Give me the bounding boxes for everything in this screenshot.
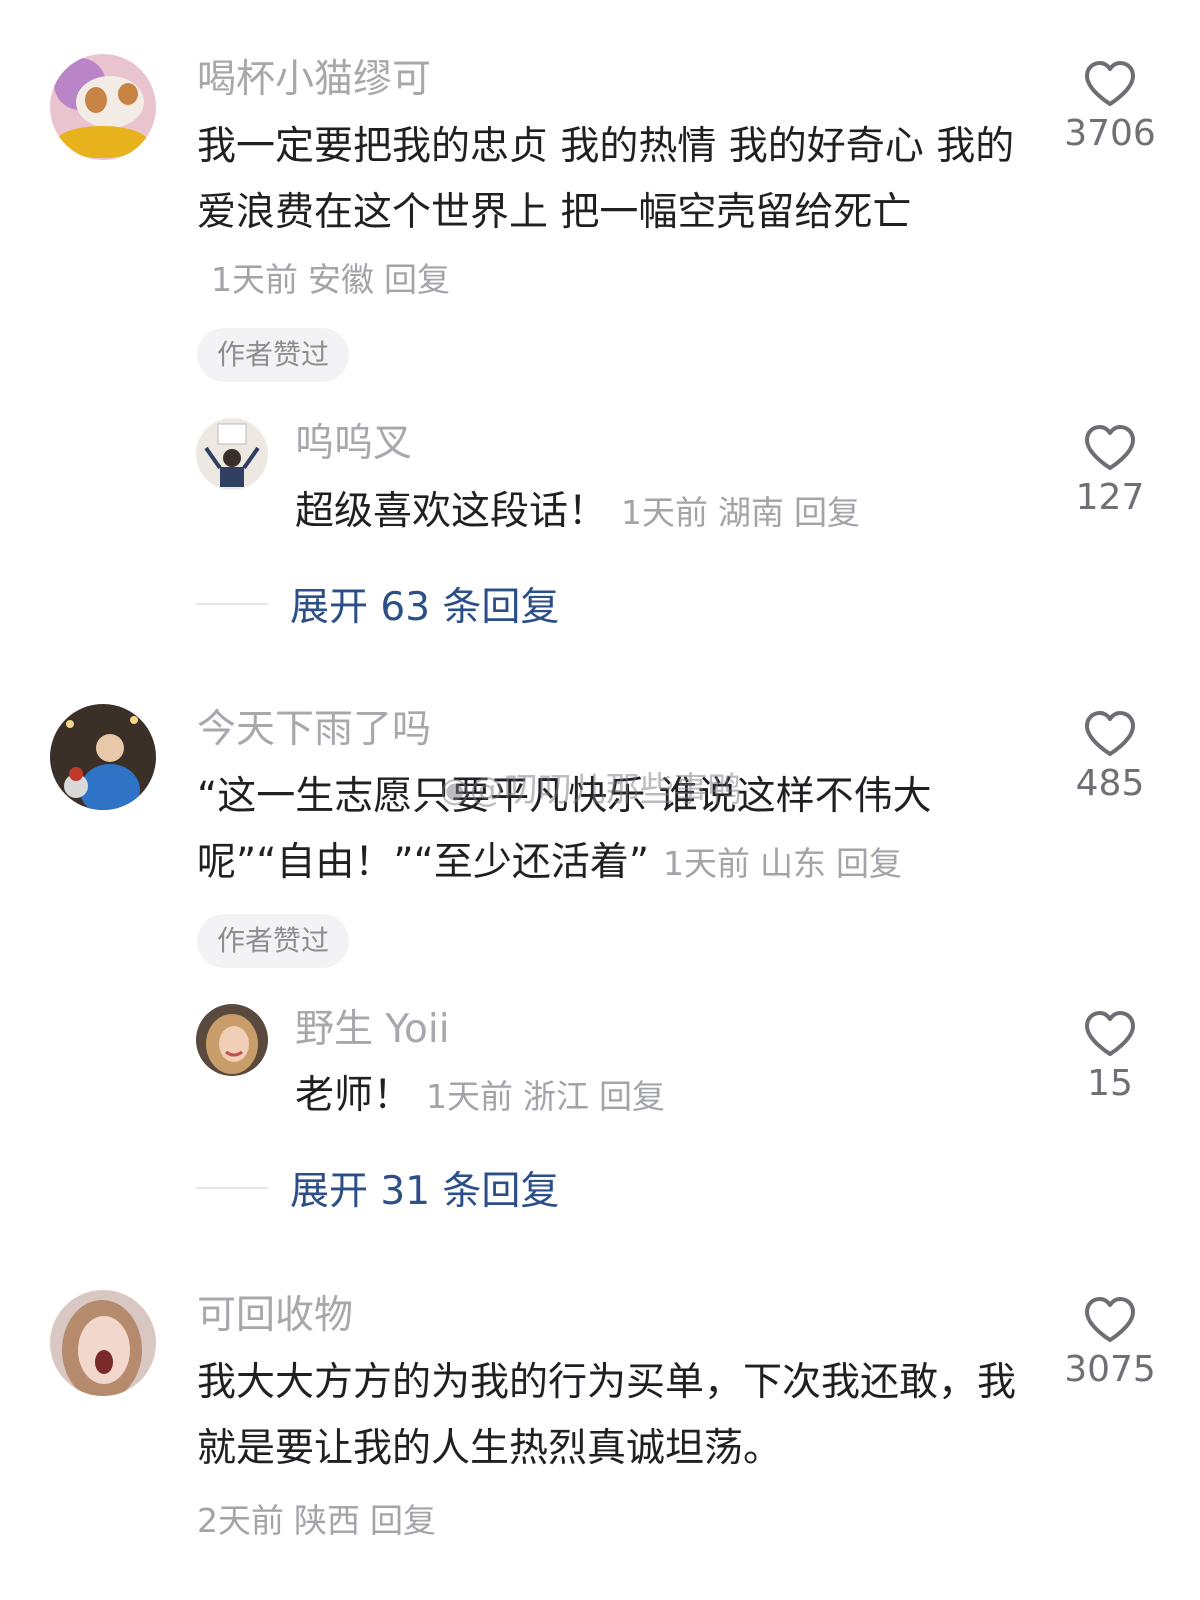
comment-body: 我大大方方的为我的行为买单，下次我还敢，我就是要让我的人生热烈真诚坦荡。 [197, 1350, 1017, 1482]
reply-time: 1天前 [621, 493, 709, 532]
heart-outline-icon [1085, 711, 1135, 756]
like-button[interactable]: 3075 [1050, 1296, 1170, 1388]
reply-location: 湖南 [718, 493, 785, 532]
username[interactable]: 可回收物 [197, 1296, 353, 1335]
comment-text: 我大大方方的为我的行为买单，下次我还敢，我就是要让我的人生热烈真诚坦荡。 [197, 1360, 1017, 1471]
reply-meta: 1天前 湖南 回复 [621, 493, 860, 532]
divider [196, 603, 268, 605]
reply-location: 浙江 [523, 1077, 590, 1116]
avatar[interactable] [50, 704, 156, 810]
reply-username[interactable]: 野生 Yoii [295, 1010, 450, 1049]
reply-time: 1天前 [426, 1077, 514, 1116]
reply-username[interactable]: 呜呜叉 [295, 424, 412, 463]
comment-time: 1天前 [663, 844, 751, 883]
comment-time: 2天前 [197, 1501, 284, 1540]
reply-button[interactable]: 回复 [794, 493, 860, 532]
avatar[interactable] [50, 1290, 156, 1396]
like-count: 15 [1087, 1063, 1133, 1104]
like-count: 127 [1075, 477, 1145, 518]
comment-location: 安徽 [308, 260, 374, 299]
heart-outline-icon [1085, 1297, 1135, 1342]
divider [196, 1187, 268, 1189]
heart-outline-icon [1085, 425, 1135, 470]
username[interactable]: 今天下雨了吗 [197, 710, 431, 749]
author-liked-badge: 作者赞过 [197, 914, 350, 968]
reply-button[interactable]: 回复 [599, 1077, 665, 1116]
avatar[interactable] [50, 54, 156, 160]
heart-outline-icon [1085, 61, 1135, 106]
reply-button[interactable]: 回复 [370, 1501, 436, 1540]
reply-avatar[interactable] [196, 418, 268, 490]
like-button[interactable]: 3706 [1050, 60, 1170, 152]
expand-replies-label: 展开 31 条回复 [290, 1169, 560, 1214]
like-count: 485 [1075, 763, 1145, 804]
username[interactable]: 喝杯小猫缪可 [197, 60, 431, 99]
like-button[interactable]: 485 [1050, 710, 1170, 802]
comment-meta: 2天前 陕西 回复 [197, 1494, 436, 1542]
like-count: 3075 [1064, 1349, 1156, 1390]
reply-body: 老师！ 1天前 浙江 回复 [295, 1066, 665, 1127]
expand-replies-button[interactable]: 展开 63 条回复 [196, 574, 559, 634]
reply-body: 超级喜欢这段话！ 1天前 湖南 回复 [295, 482, 860, 543]
reply-text: 老师！ [295, 1073, 413, 1118]
comment-body: 我一定要把我的忠贞 我的热情 我的好奇心 我的爱浪费在这个世界上 把一幅空壳留给… [197, 114, 1017, 313]
reply-avatar[interactable] [196, 1004, 268, 1076]
reply-meta: 1天前 浙江 回复 [426, 1077, 665, 1116]
author-liked-badge: 作者赞过 [197, 328, 350, 382]
reply-button[interactable]: 回复 [384, 260, 450, 299]
like-count: 3706 [1064, 113, 1156, 154]
comment-text: 我一定要把我的忠贞 我的热情 我的好奇心 我的爱浪费在这个世界上 把一幅空壳留给… [197, 124, 1015, 235]
heart-outline-icon [1085, 1011, 1135, 1056]
comment-body: “这一生志愿只要平凡快乐 谁说这样不伟大呢”“自由！”“至少还活着” 1天前 山东回… [197, 764, 1017, 897]
reply-button[interactable]: 回复 [836, 844, 902, 883]
comment-location: 陕西 [294, 1501, 360, 1540]
like-button[interactable]: 15 [1050, 1010, 1170, 1102]
comment-time: 1天前 [211, 260, 298, 299]
expand-replies-label: 展开 63 条回复 [290, 585, 560, 630]
expand-replies-button[interactable]: 展开 31 条回复 [196, 1158, 559, 1218]
comment-meta: 1天前 安徽 回复 [211, 260, 450, 299]
comment-location: 山东 [760, 844, 827, 883]
reply-text: 超级喜欢这段话！ [295, 489, 608, 534]
comment-meta: 1天前 山东 回复 [663, 844, 902, 883]
like-button[interactable]: 127 [1050, 424, 1170, 516]
